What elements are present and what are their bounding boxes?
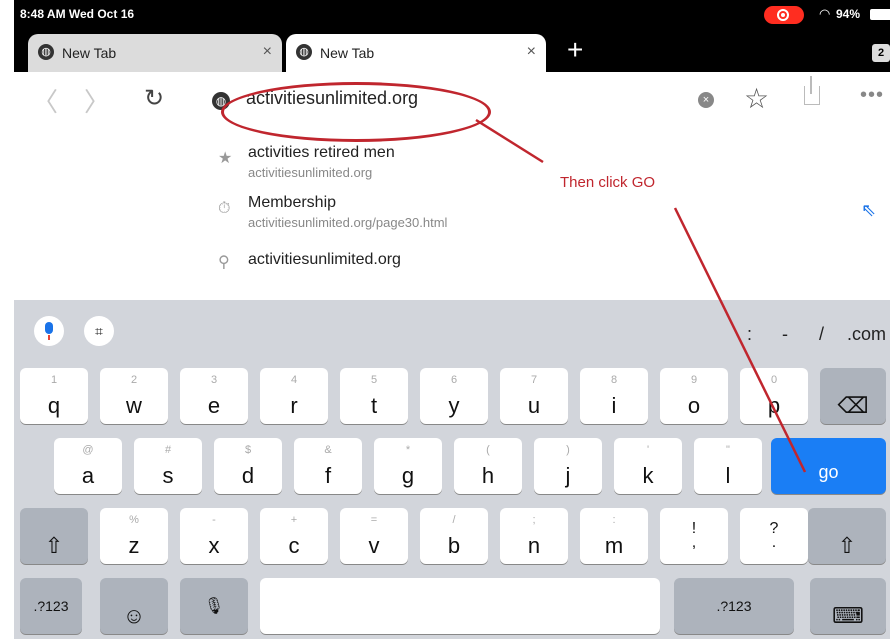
browser-window: 8:48 AM Wed Oct 16 ◠ 94% ◍ New Tab × ◍ N… xyxy=(14,0,890,639)
annotation-text: Then click GO xyxy=(560,174,656,191)
annotation-arrows xyxy=(475,118,807,473)
